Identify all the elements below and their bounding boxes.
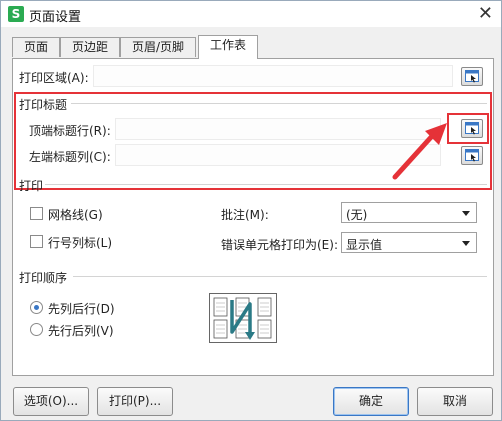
comments-value: (无) (346, 208, 368, 222)
annotation-arrow-icon (392, 123, 447, 180)
print-section-divider (45, 184, 487, 185)
cancel-button[interactable]: 取消 (417, 387, 493, 416)
range-select-icon (465, 70, 479, 83)
print-section-heading: 打印 (19, 179, 44, 193)
title-bar: S 页面设置 ✕ (1, 1, 501, 27)
range-button-highlight-box (447, 113, 489, 144)
print-order-preview (209, 293, 277, 343)
page-order-icon (213, 297, 272, 340)
comments-select[interactable]: (无) (341, 202, 477, 223)
tab-margins[interactable]: 页边距 (60, 37, 120, 57)
page-setup-dialog: S 页面设置 ✕ 页面 页边距 页眉/页脚 工作表 打印区域(A): 打印标题 … (0, 0, 502, 421)
app-icon: S (8, 6, 24, 22)
ok-button[interactable]: 确定 (333, 387, 409, 416)
chevron-down-icon (462, 241, 470, 246)
gridlines-label: 网格线(G) (48, 208, 103, 222)
tab-sheet[interactable]: 工作表 (198, 35, 258, 59)
print-area-label: 打印区域(A): (19, 71, 89, 85)
dialog-title: 页面设置 (29, 10, 82, 25)
down-then-over-radio[interactable] (30, 301, 43, 314)
chevron-down-icon (462, 211, 470, 216)
tab-page[interactable]: 页面 (12, 37, 60, 57)
errors-label: 错误单元格打印为(E): (221, 238, 338, 252)
close-icon[interactable]: ✕ (478, 3, 493, 24)
errors-select[interactable]: 显示值 (341, 232, 477, 253)
over-then-down-label: 先行后列(V) (48, 324, 114, 338)
print-area-field[interactable] (93, 65, 453, 87)
print-area-range-button[interactable] (461, 67, 483, 86)
print-button[interactable]: 打印(P)... (97, 387, 173, 416)
errors-value: 显示值 (346, 238, 383, 252)
print-order-divider (73, 276, 487, 277)
gridlines-checkbox[interactable] (30, 207, 43, 220)
tab-header-footer[interactable]: 页眉/页脚 (120, 37, 196, 57)
row-col-headers-checkbox[interactable] (30, 235, 43, 248)
options-button[interactable]: 选项(O)... (13, 387, 89, 416)
comments-label: 批注(M): (221, 208, 269, 222)
down-then-over-label: 先列后行(D) (48, 302, 115, 316)
print-order-heading: 打印顺序 (19, 271, 68, 285)
row-col-headers-label: 行号列标(L) (48, 236, 113, 250)
over-then-down-radio[interactable] (30, 323, 43, 336)
